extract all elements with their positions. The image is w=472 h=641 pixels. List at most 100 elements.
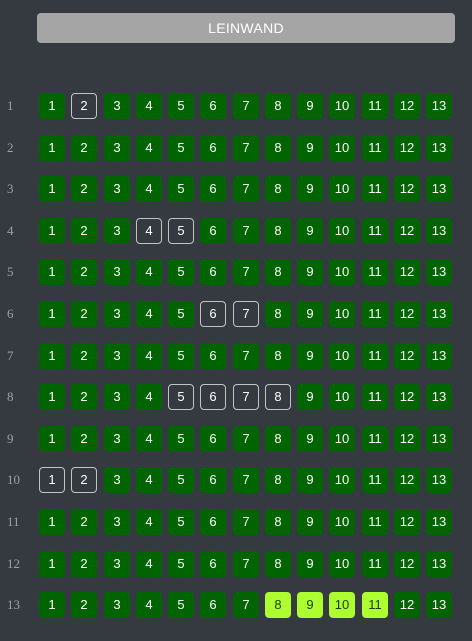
seat-available[interactable]: 13	[426, 592, 452, 618]
seat-available[interactable]: 13	[426, 467, 452, 493]
seat-available[interactable]: 7	[233, 343, 259, 369]
seat-available[interactable]: 2	[71, 592, 97, 618]
seat-available[interactable]: 8	[265, 426, 291, 452]
seat-available[interactable]: 3	[104, 384, 130, 410]
seat-available[interactable]: 12	[394, 93, 420, 119]
seat-available[interactable]: 9	[297, 301, 323, 327]
seat-available[interactable]: 8	[265, 343, 291, 369]
seat-available[interactable]: 13	[426, 135, 452, 161]
seat-available[interactable]: 5	[168, 135, 194, 161]
seat-available[interactable]: 4	[136, 135, 162, 161]
seat-available[interactable]: 8	[265, 551, 291, 577]
seat-available[interactable]: 1	[39, 343, 65, 369]
seat-available[interactable]: 13	[426, 259, 452, 285]
seat-available[interactable]: 2	[71, 426, 97, 452]
seat-available[interactable]: 1	[39, 384, 65, 410]
seat-selected[interactable]: 11	[362, 592, 388, 618]
seat-selected[interactable]: 10	[329, 592, 355, 618]
seat-available[interactable]: 1	[39, 259, 65, 285]
seat-available[interactable]: 13	[426, 218, 452, 244]
seat-available[interactable]: 10	[329, 218, 355, 244]
seat-available[interactable]: 9	[297, 384, 323, 410]
seat-available[interactable]: 11	[362, 93, 388, 119]
seat-available[interactable]: 12	[394, 301, 420, 327]
seat-available[interactable]: 11	[362, 259, 388, 285]
seat-available[interactable]: 8	[265, 301, 291, 327]
seat-available[interactable]: 5	[168, 592, 194, 618]
seat-available[interactable]: 5	[168, 301, 194, 327]
seat-available[interactable]: 3	[104, 176, 130, 202]
seat-available[interactable]: 12	[394, 426, 420, 452]
seat-available[interactable]: 4	[136, 176, 162, 202]
seat-available[interactable]: 9	[297, 176, 323, 202]
seat-available[interactable]: 12	[394, 467, 420, 493]
seat-available[interactable]: 13	[426, 176, 452, 202]
seat-available[interactable]: 2	[71, 259, 97, 285]
seat-available[interactable]: 6	[200, 218, 226, 244]
seat-available[interactable]: 5	[168, 467, 194, 493]
seat-available[interactable]: 9	[297, 509, 323, 535]
seat-available[interactable]: 9	[297, 135, 323, 161]
seat-available[interactable]: 10	[329, 93, 355, 119]
seat-available[interactable]: 2	[71, 343, 97, 369]
seat-available[interactable]: 10	[329, 135, 355, 161]
seat-available[interactable]: 3	[104, 426, 130, 452]
seat-available[interactable]: 8	[265, 259, 291, 285]
seat-available[interactable]: 7	[233, 176, 259, 202]
seat-available[interactable]: 1	[39, 218, 65, 244]
seat-available[interactable]: 4	[136, 93, 162, 119]
seat-available[interactable]: 6	[200, 135, 226, 161]
seat-selected[interactable]: 8	[265, 592, 291, 618]
seat-available[interactable]: 4	[136, 259, 162, 285]
seat-available[interactable]: 8	[265, 135, 291, 161]
seat-available[interactable]: 1	[39, 592, 65, 618]
seat-available[interactable]: 11	[362, 343, 388, 369]
seat-available[interactable]: 7	[233, 592, 259, 618]
seat-available[interactable]: 1	[39, 93, 65, 119]
seat-available[interactable]: 9	[297, 218, 323, 244]
seat-available[interactable]: 10	[329, 259, 355, 285]
seat-available[interactable]: 9	[297, 551, 323, 577]
seat-available[interactable]: 8	[265, 176, 291, 202]
seat-available[interactable]: 6	[200, 592, 226, 618]
seat-available[interactable]: 12	[394, 343, 420, 369]
seat-available[interactable]: 12	[394, 551, 420, 577]
seat-available[interactable]: 10	[329, 551, 355, 577]
seat-available[interactable]: 13	[426, 426, 452, 452]
seat-available[interactable]: 2	[71, 551, 97, 577]
seat-available[interactable]: 13	[426, 343, 452, 369]
seat-available[interactable]: 13	[426, 301, 452, 327]
seat-available[interactable]: 10	[329, 343, 355, 369]
seat-available[interactable]: 10	[329, 509, 355, 535]
seat-available[interactable]: 11	[362, 551, 388, 577]
seat-available[interactable]: 8	[265, 509, 291, 535]
seat-available[interactable]: 2	[71, 218, 97, 244]
seat-available[interactable]: 6	[200, 343, 226, 369]
seat-available[interactable]: 3	[104, 509, 130, 535]
seat-available[interactable]: 11	[362, 135, 388, 161]
seat-available[interactable]: 11	[362, 509, 388, 535]
seat-available[interactable]: 11	[362, 467, 388, 493]
seat-available[interactable]: 2	[71, 509, 97, 535]
seat-available[interactable]: 12	[394, 592, 420, 618]
seat-available[interactable]: 7	[233, 551, 259, 577]
seat-available[interactable]: 2	[71, 135, 97, 161]
seat-available[interactable]: 10	[329, 467, 355, 493]
seat-available[interactable]: 6	[200, 551, 226, 577]
seat-available[interactable]: 4	[136, 509, 162, 535]
seat-available[interactable]: 7	[233, 259, 259, 285]
seat-available[interactable]: 5	[168, 426, 194, 452]
seat-available[interactable]: 12	[394, 259, 420, 285]
seat-available[interactable]: 13	[426, 93, 452, 119]
seat-available[interactable]: 4	[136, 467, 162, 493]
seat-available[interactable]: 3	[104, 218, 130, 244]
seat-available[interactable]: 1	[39, 301, 65, 327]
seat-available[interactable]: 4	[136, 551, 162, 577]
seat-available[interactable]: 1	[39, 551, 65, 577]
seat-available[interactable]: 11	[362, 301, 388, 327]
seat-available[interactable]: 11	[362, 426, 388, 452]
seat-available[interactable]: 2	[71, 301, 97, 327]
seat-available[interactable]: 11	[362, 384, 388, 410]
seat-available[interactable]: 4	[136, 384, 162, 410]
seat-available[interactable]: 1	[39, 135, 65, 161]
